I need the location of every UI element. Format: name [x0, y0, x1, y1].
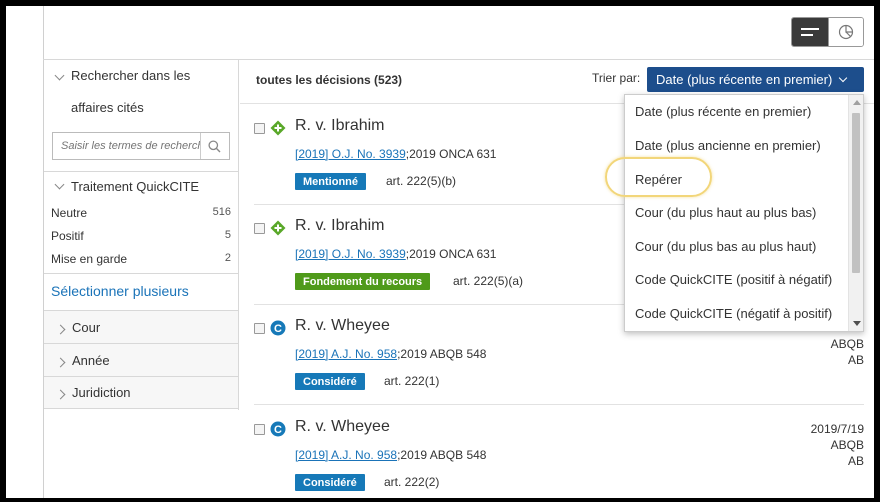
treatment-label: Neutre — [51, 206, 88, 220]
treatment-count: 516 — [212, 206, 231, 218]
result-checkbox[interactable] — [254, 123, 265, 134]
result-jurisdiction: AB — [847, 454, 864, 468]
treatment-label: Mise en garde — [51, 252, 128, 266]
treatment-badge: Considéré — [295, 373, 365, 390]
result-article: art. 222(2) — [384, 475, 440, 489]
select-multiple-link[interactable]: Sélectionner plusieurs — [51, 283, 189, 299]
citation-link[interactable]: [2019] A.J. No. 958 — [295, 347, 397, 361]
result-citation: [2019] O.J. No. 3939;2019 ONCA 631 — [295, 247, 496, 261]
sort-label: Trier par: — [592, 71, 641, 85]
treatment-row-caution[interactable]: Mise en garde 2 — [51, 252, 231, 266]
facet-label: Année — [72, 352, 110, 368]
treatment-badge: Mentionné — [295, 173, 366, 190]
result-meta: 2019/7/19 ABQB AB — [811, 421, 864, 469]
result-jurisdiction: AB — [847, 353, 864, 367]
search-section-toggle[interactable]: Rechercher dans les affaires cités — [54, 60, 226, 124]
treatment-section-toggle[interactable]: Traitement QuickCITE — [54, 179, 200, 194]
facet-jurisdiction[interactable]: Juridiction — [44, 376, 238, 409]
citation-rest: ;2019 ONCA 631 — [405, 247, 497, 261]
result-title[interactable]: R. v. Wheyee — [295, 418, 390, 436]
result-item: C R. v. Wheyee [2019] A.J. No. 958;2019 … — [254, 418, 864, 502]
treatment-row-neutral[interactable]: Neutre 516 — [51, 206, 231, 220]
search-cited-box — [52, 132, 230, 160]
treatment-section-heading: Traitement QuickCITE — [71, 179, 200, 194]
result-title[interactable]: R. v. Ibrahim — [295, 217, 385, 235]
result-article: art. 222(5)(a) — [453, 274, 524, 288]
result-date: 2019/7/19 — [810, 422, 864, 436]
result-checkbox[interactable] — [254, 424, 265, 435]
search-input[interactable] — [53, 140, 200, 152]
dropdown-scrollbar[interactable] — [848, 95, 863, 331]
result-meta: ABQB AB — [831, 336, 864, 368]
result-citation: [2019] O.J. No. 3939;2019 ONCA 631 — [295, 147, 496, 161]
sort-dropdown-menu: Date (plus récente en premier) Date (plu… — [624, 94, 864, 332]
svg-text:C: C — [274, 424, 282, 436]
scroll-up-arrow-icon[interactable] — [853, 100, 861, 105]
treatment-label: Positif — [51, 229, 84, 243]
citation-link[interactable]: [2019] O.J. No. 3939 — [295, 147, 406, 161]
result-citation: [2019] A.J. No. 958;2019 ABQB 548 — [295, 347, 486, 361]
treatment-badge: Considéré — [295, 474, 365, 491]
result-court: ABQB — [830, 438, 864, 452]
citation-link[interactable]: [2019] A.J. No. 958 — [295, 448, 397, 462]
citation-link[interactable]: [2019] O.J. No. 3939 — [295, 247, 406, 261]
chevron-down-icon — [839, 73, 848, 83]
sort-option-date-newest[interactable]: Date (plus récente en premier) — [635, 104, 811, 119]
sort-selected-value: Date (plus récente en premier) — [656, 72, 833, 87]
result-title[interactable]: R. v. Wheyee — [295, 317, 390, 335]
result-article: art. 222(5)(b) — [386, 174, 457, 188]
result-court: ABQB — [830, 337, 864, 351]
facet-court[interactable]: Cour — [44, 310, 238, 343]
scroll-down-arrow-icon[interactable] — [853, 321, 861, 326]
sort-option-court-high-low[interactable]: Cour (du plus haut au plus bas) — [635, 205, 816, 220]
pie-chart-icon — [838, 24, 854, 40]
result-article: art. 222(1) — [384, 374, 440, 388]
chart-view-button[interactable] — [828, 18, 863, 46]
result-title[interactable]: R. v. Ibrahim — [295, 117, 385, 135]
c-circle-icon: C — [270, 320, 286, 336]
result-citation: [2019] A.J. No. 958;2019 ABQB 548 — [295, 448, 486, 462]
sort-option-date-oldest[interactable]: Date (plus ancienne en premier) — [635, 138, 821, 153]
list-view-button[interactable] — [792, 18, 828, 46]
search-icon — [208, 139, 221, 152]
chevron-right-icon — [55, 357, 66, 367]
treatment-count: 2 — [224, 252, 231, 264]
svg-text:C: C — [274, 323, 282, 335]
citation-rest: ;2019 ABQB 548 — [397, 448, 487, 462]
sort-option-quickcite-pos-neg[interactable]: Code QuickCITE (positif à négatif) — [635, 272, 832, 287]
treatment-badge: Fondement du recours — [295, 273, 431, 290]
results-count-heading: toutes les décisions (523) — [256, 73, 403, 87]
list-icon — [801, 28, 819, 30]
highlight-annotation — [605, 157, 712, 197]
result-checkbox[interactable] — [254, 323, 265, 334]
chevron-right-icon — [55, 389, 66, 400]
citation-rest: ;2019 ONCA 631 — [405, 147, 497, 161]
treatment-count: 5 — [224, 229, 231, 241]
view-toggle[interactable] — [791, 17, 864, 47]
citation-rest: ;2019 ABQB 548 — [397, 347, 487, 361]
facet-label: Juridiction — [72, 385, 131, 400]
search-section-heading: Rechercher dans les affaires cités — [71, 68, 191, 115]
result-checkbox[interactable] — [254, 223, 265, 234]
c-circle-icon: C — [270, 421, 286, 437]
chevron-down-icon — [54, 179, 65, 190]
treatment-row-positive[interactable]: Positif 5 — [51, 229, 231, 243]
facet-year[interactable]: Année — [44, 343, 238, 376]
chevron-right-icon — [55, 324, 66, 334]
facet-label: Cour — [72, 319, 101, 335]
diamond-plus-icon — [270, 120, 286, 136]
scrollbar-thumb[interactable] — [852, 113, 860, 273]
filter-sidebar: Rechercher dans les affaires cités Trait… — [44, 60, 239, 410]
search-button[interactable] — [200, 133, 228, 159]
chevron-down-icon — [54, 70, 65, 81]
sort-option-court-low-high[interactable]: Cour (du plus bas au plus haut) — [635, 239, 816, 254]
sort-option-quickcite-neg-pos[interactable]: Code QuickCITE (négatif à positif) — [635, 306, 832, 321]
sort-dropdown-button[interactable]: Date (plus récente en premier) — [647, 67, 864, 92]
diamond-plus-icon — [270, 220, 286, 236]
